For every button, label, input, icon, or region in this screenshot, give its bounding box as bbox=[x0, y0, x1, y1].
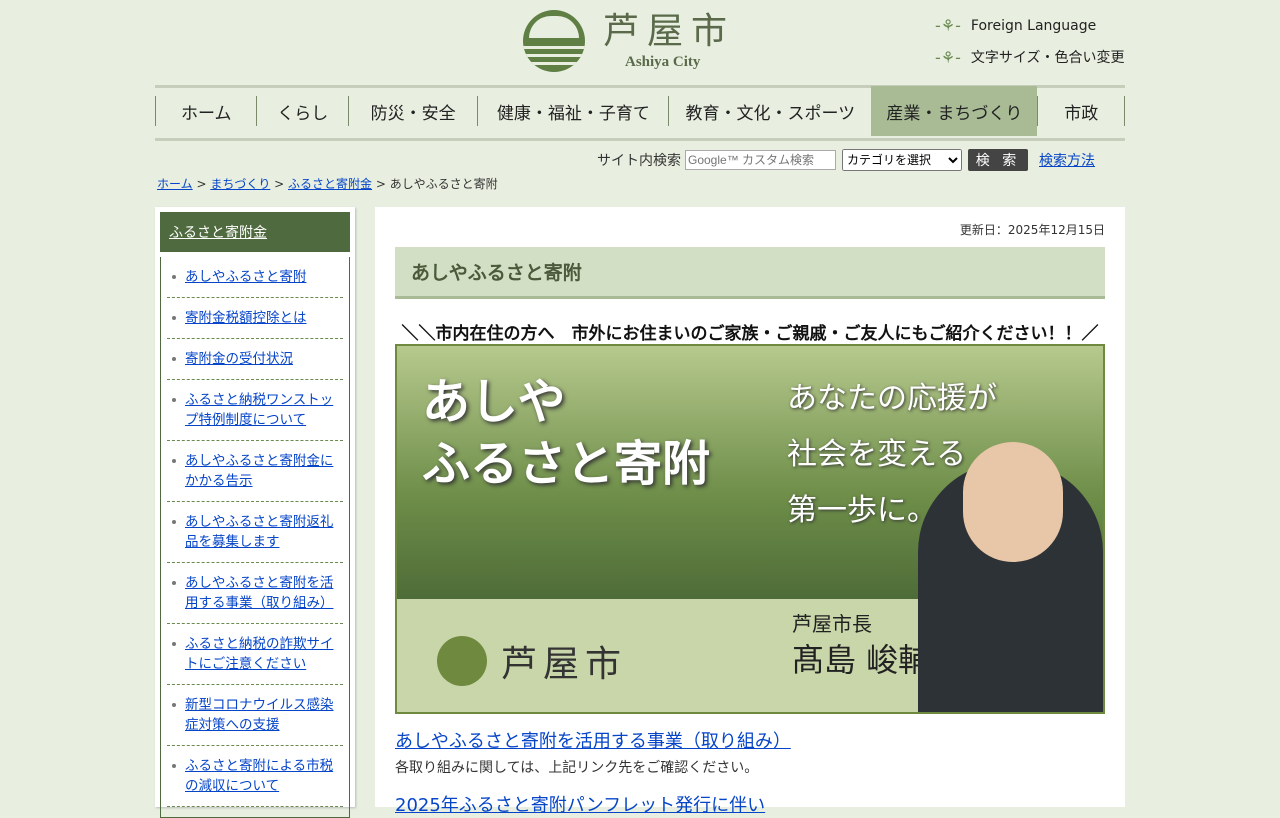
pamphlet-link[interactable]: 2025年ふるさと寄附パンフレット発行に伴い bbox=[395, 791, 765, 817]
sidebar: ふるさと寄附金 あしやふるさと寄附 寄附金税額控除とは 寄附金の受付状況 ふるさ… bbox=[155, 207, 355, 818]
banner-title-2: ふるさと寄附 bbox=[422, 436, 711, 492]
search-button[interactable]: 検 索 bbox=[968, 149, 1028, 171]
projects-description: 各取り組みに関しては、上記リンク先をご確認ください。 bbox=[395, 760, 759, 776]
nav-kyouiku[interactable]: 教育・文化・スポーツ bbox=[668, 96, 871, 126]
main-content: 更新日：2025年12月15日 あしやふるさと寄附 ＼＼市内在住の方へ 市外にお… bbox=[375, 207, 1125, 816]
nav-sangyou[interactable]: 産業・まちづくり bbox=[871, 86, 1038, 136]
nav-kenkou[interactable]: 健康・福祉・子育て bbox=[477, 96, 668, 126]
breadcrumb-current: あしやふるさと寄附 bbox=[389, 177, 498, 191]
site-search: サイト内検索 カテゴリを選択 検 索 検索方法 bbox=[597, 149, 1095, 171]
nav-kurashi[interactable]: くらし bbox=[256, 96, 348, 126]
mayor-title: 芦屋市長 bbox=[792, 612, 872, 636]
ornament-icon: -⚘- bbox=[935, 16, 961, 35]
sidebar-item[interactable]: あしやふるさと寄附 bbox=[185, 269, 306, 285]
sidebar-item[interactable]: あしやふるさと寄附を活用する事業（取り組み） bbox=[185, 575, 334, 611]
breadcrumb-furusato[interactable]: ふるさと寄附金 bbox=[288, 177, 372, 191]
util-label: 文字サイズ・色合い変更 bbox=[970, 50, 1125, 66]
search-label: サイト内検索 bbox=[597, 153, 681, 169]
sidebar-item[interactable]: あしやふるさと寄附返礼品を募集します bbox=[185, 514, 333, 550]
nav-home[interactable]: ホーム bbox=[155, 96, 256, 126]
text-size-color-link[interactable]: -⚘- 文字サイズ・色合い変更 bbox=[935, 47, 1124, 67]
city-logo-icon bbox=[437, 636, 487, 686]
breadcrumb-machizukuri[interactable]: まちづくり bbox=[210, 177, 270, 191]
page-title: あしやふるさと寄附 bbox=[395, 247, 1105, 299]
category-select[interactable]: カテゴリを選択 bbox=[842, 149, 962, 171]
projects-link[interactable]: あしやふるさと寄附を活用する事業（取り組み） bbox=[395, 727, 791, 753]
breadcrumb-home[interactable]: ホーム bbox=[157, 177, 193, 191]
mayor-face bbox=[963, 442, 1063, 562]
foreign-language-link[interactable]: -⚘- Foreign Language bbox=[935, 16, 1096, 35]
sidebar-item[interactable]: 寄附金の受付状況 bbox=[185, 351, 293, 367]
city-logo[interactable]: 芦屋市 Ashiya City bbox=[523, 10, 735, 72]
search-help-link[interactable]: 検索方法 bbox=[1039, 150, 1095, 170]
sidebar-title-link[interactable]: ふるさと寄附金 bbox=[169, 222, 267, 242]
sidebar-item[interactable]: 新型コロナウイルス感染症対策への支援 bbox=[185, 697, 334, 733]
mayor-name: 髙島 峻輔 bbox=[792, 641, 931, 679]
ornament-icon: -⚘- bbox=[935, 47, 961, 67]
logo-text: 芦屋市 bbox=[603, 11, 736, 52]
global-nav: ホーム くらし 防災・安全 健康・福祉・子育て 教育・文化・スポーツ 産業・まち… bbox=[155, 85, 1126, 141]
search-input[interactable] bbox=[685, 150, 836, 170]
banner-city: 芦屋市 bbox=[501, 644, 628, 685]
banner-slogan: あなたの応援が bbox=[787, 381, 997, 416]
logo-subtext: Ashiya City bbox=[625, 54, 701, 70]
logo-mark-icon bbox=[523, 10, 585, 72]
nav-bousai[interactable]: 防災・安全 bbox=[348, 96, 477, 126]
breadcrumb: ホーム > まちづくり > ふるさと寄附金 > あしやふるさと寄附 bbox=[157, 177, 498, 191]
util-label: Foreign Language bbox=[970, 17, 1097, 34]
furusato-banner-image: あしや ふるさと寄附 あなたの応援が 社会を変える 第一歩に。 芦屋市 芦屋市長 髙島 … bbox=[395, 344, 1105, 714]
updated-date: 更新日：2025年12月15日 bbox=[959, 223, 1105, 237]
sidebar-item[interactable]: ふるさと寄附による市税の減収について bbox=[185, 758, 333, 794]
sidebar-item[interactable]: 寄附金税額控除とは bbox=[185, 310, 307, 326]
sidebar-item[interactable]: ふるさと納税ワンストップ特例制度について bbox=[185, 392, 333, 428]
sidebar-item[interactable]: あしやふるさと寄附金にかかる告示 bbox=[185, 453, 333, 489]
sidebar-item[interactable]: ふるさと納税の詐欺サイトにご注意ください bbox=[185, 636, 334, 672]
banner-title-1: あしや bbox=[422, 374, 566, 430]
nav-shisei[interactable]: 市政 bbox=[1037, 96, 1126, 126]
